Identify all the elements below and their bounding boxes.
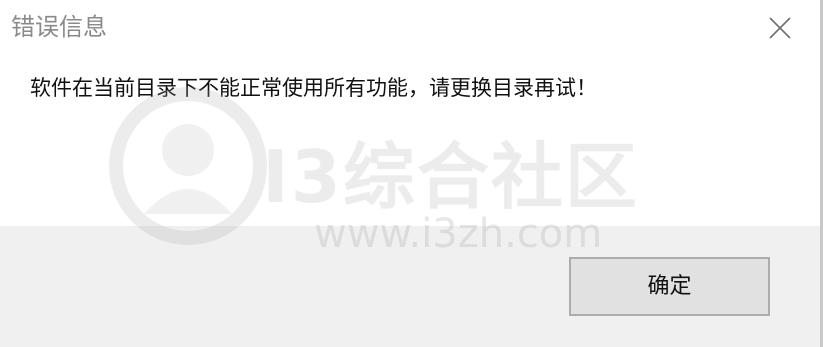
ok-button[interactable]: 确定 <box>569 257 770 316</box>
title-bar: 错误信息 <box>0 0 820 56</box>
ok-button-label: 确定 <box>647 274 692 299</box>
close-button[interactable] <box>752 4 808 52</box>
window-title: 错误信息 <box>11 13 107 41</box>
close-icon <box>769 17 791 39</box>
error-message: 软件在当前目录下不能正常使用所有功能，请更换目录再试！ <box>30 76 597 100</box>
error-dialog: 错误信息 软件在当前目录下不能正常使用所有功能，请更换目录再试！ 确定 I3综合… <box>0 0 823 347</box>
